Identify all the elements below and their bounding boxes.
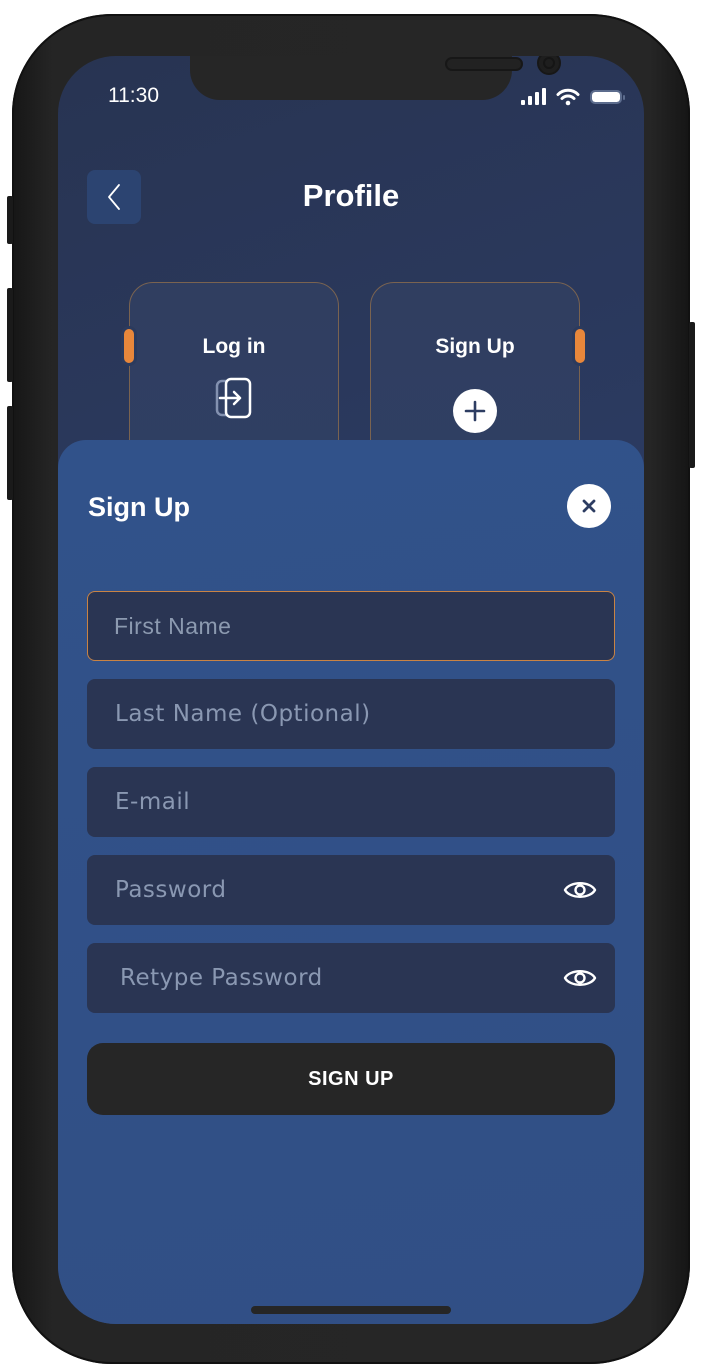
status-icons — [521, 88, 625, 106]
notch — [190, 56, 561, 100]
plus-circle-icon — [453, 389, 497, 433]
screen: 11:30 Profile Log in Sign Up Sign Up Fir… — [58, 56, 644, 1324]
battery-icon — [590, 90, 625, 104]
volume-up-button — [7, 288, 13, 382]
email-input[interactable] — [87, 789, 615, 815]
last-name-field[interactable] — [87, 679, 615, 749]
wifi-icon — [556, 88, 580, 106]
retype-password-field[interactable] — [87, 943, 615, 1013]
close-icon — [582, 499, 596, 513]
password-field[interactable] — [87, 855, 615, 925]
eye-icon — [563, 882, 597, 898]
signup-sheet: Sign Up First Name Last Name (Optional) … — [58, 440, 644, 1324]
password-input[interactable] — [87, 877, 615, 903]
power-button — [689, 322, 695, 468]
signup-card-label: Sign Up — [435, 335, 515, 358]
front-camera — [537, 56, 561, 75]
password-visibility-toggle[interactable] — [563, 877, 597, 903]
signup-submit-button[interactable]: SIGN UP — [87, 1043, 615, 1115]
login-card-label: Log in — [202, 335, 266, 358]
sheet-title: Sign Up — [88, 492, 190, 522]
volume-down-button — [7, 406, 13, 500]
close-button[interactable] — [567, 484, 611, 528]
email-field[interactable] — [87, 767, 615, 837]
login-icon — [215, 377, 252, 419]
retype-password-input[interactable] — [87, 965, 615, 991]
status-time: 11:30 — [108, 84, 159, 107]
mute-switch — [7, 196, 13, 244]
speaker-grille — [445, 57, 523, 71]
cellular-signal-icon — [521, 88, 546, 105]
first-name-field[interactable] — [87, 591, 615, 661]
retype-password-visibility-toggle[interactable] — [563, 965, 597, 991]
first-name-input[interactable] — [88, 612, 614, 640]
home-indicator[interactable] — [251, 1306, 451, 1314]
eye-icon — [563, 970, 597, 986]
last-name-input[interactable] — [87, 701, 615, 727]
page-title: Profile — [302, 178, 400, 213]
